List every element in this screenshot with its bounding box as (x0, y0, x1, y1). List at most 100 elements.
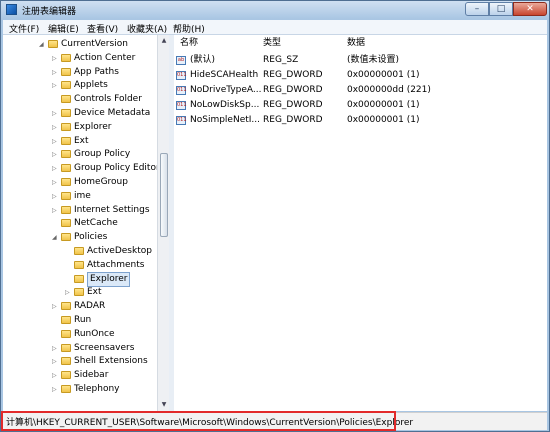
expand-arrow-icon[interactable]: ▷ (52, 107, 60, 120)
dword-value-icon: 011 (176, 71, 187, 80)
tree-item[interactable]: ▷ HomeGroup (52, 176, 169, 189)
registry-tree: ◢ CurrentVersion ▷ Action Center ▷ App Paths ▷… (3, 35, 170, 411)
tree-item-selected[interactable]: Explorer (65, 271, 169, 287)
status-path-highlight-box (1, 411, 396, 431)
tree-item[interactable]: RunOnce (52, 328, 169, 341)
folder-icon (61, 302, 71, 311)
tree-item[interactable]: Attachments (65, 259, 169, 272)
tree-item[interactable]: ▷ Device Metadata (52, 107, 169, 120)
tree-item[interactable]: NetCache (52, 217, 169, 230)
tree-item-label: Attachments (87, 259, 145, 270)
tree-item[interactable]: Controls Folder (52, 93, 169, 106)
tree-item[interactable]: ActiveDesktop (65, 245, 169, 258)
tree-item[interactable]: ▷ ime (52, 190, 169, 203)
tree-item[interactable]: ▷ RADAR (52, 300, 169, 313)
expand-arrow-icon[interactable]: ▷ (52, 148, 60, 161)
expand-arrow-icon[interactable]: ▷ (52, 135, 60, 148)
scroll-up-arrow-icon[interactable]: ▲ (159, 36, 169, 46)
value-type: REG_DWORD (263, 100, 323, 110)
expand-arrow-icon[interactable]: ▷ (52, 66, 60, 79)
tree-item[interactable]: ◢ CurrentVersion (39, 38, 169, 51)
value-row[interactable]: 011 HideSCAHealth REG_DWORD 0x00000001 (1) (176, 69, 476, 82)
expand-arrow-icon[interactable]: ▷ (52, 52, 60, 65)
values-list: 名称 类型 数据 ab (默认) REG_SZ (数值未设置) 011 HideSCAHe… (174, 35, 547, 411)
tree-item[interactable]: ▷ Group Policy (52, 148, 169, 161)
folder-icon (61, 371, 71, 380)
menu-edit[interactable]: 编辑(E) (48, 22, 79, 35)
column-header-type[interactable]: 类型 (263, 37, 281, 50)
tree-item[interactable]: ◢ Policies (52, 231, 169, 244)
expand-arrow-icon[interactable]: ▷ (52, 369, 60, 382)
expand-arrow-icon[interactable]: ▷ (52, 204, 60, 217)
collapse-arrow-icon[interactable]: ◢ (52, 231, 60, 244)
folder-icon (61, 136, 71, 145)
expand-arrow-icon[interactable]: ▷ (52, 79, 60, 92)
expand-arrow-icon[interactable]: ▷ (52, 190, 60, 203)
value-data: 0x00000001 (1) (347, 100, 420, 110)
tree-item[interactable]: ▷ Screensavers (52, 342, 169, 355)
tree-item-label: App Paths (74, 66, 119, 77)
folder-icon (61, 150, 71, 159)
value-row[interactable]: 011 NoDriveTypeA... REG_DWORD 0x000000dd (2… (176, 84, 476, 97)
tree-item-label: Run (74, 315, 92, 325)
value-name: (默认) (190, 55, 216, 65)
folder-icon (61, 122, 71, 131)
expand-arrow-icon[interactable]: ▷ (52, 162, 60, 175)
collapse-arrow-icon[interactable]: ◢ (39, 38, 47, 51)
menu-file[interactable]: 文件(F) (9, 22, 39, 35)
tree-item[interactable]: ▷ Action Center (52, 52, 169, 65)
expand-arrow-icon[interactable]: ▷ (52, 342, 60, 355)
scroll-down-arrow-icon[interactable]: ▼ (159, 400, 169, 410)
folder-icon (61, 178, 71, 186)
tree-item[interactable]: Run (52, 314, 169, 327)
dword-value-icon: 011 (176, 116, 187, 125)
tree-item-label: Explorer (87, 271, 131, 287)
value-row[interactable]: 011 NoLowDiskSp... REG_DWORD 0x00000001 (1) (176, 99, 476, 112)
maximize-button[interactable]: □ (489, 2, 513, 16)
tree-item[interactable]: ▷ Group Policy Editor (52, 162, 169, 175)
tree-item[interactable]: ▷ Internet Settings (52, 204, 169, 217)
scroll-thumb[interactable] (160, 153, 168, 237)
tree-item-label: Shell Extensions (74, 356, 148, 367)
expand-arrow-icon[interactable]: ▷ (52, 300, 60, 313)
value-type: REG_DWORD (263, 85, 323, 95)
tree-item-label: ime (74, 190, 91, 201)
expand-arrow-icon[interactable]: ▷ (52, 121, 60, 134)
tree-item[interactable]: ▷ Sidebar (52, 369, 169, 382)
registry-editor-window: 注册表编辑器 – □ ✕ 文件(F) 编辑(E) 查看(V) 收藏夹(A) 帮助… (0, 0, 550, 432)
menu-favorites[interactable]: 收藏夹(A) (127, 22, 167, 35)
tree-item[interactable]: ▷ Shell Extensions (52, 355, 169, 368)
tree-item-label: Group Policy Editor (74, 163, 160, 174)
menu-view[interactable]: 查看(V) (87, 22, 118, 35)
regedit-app-icon (6, 4, 17, 15)
value-data: 0x00000001 (1) (347, 115, 420, 125)
title-bar[interactable]: 注册表编辑器 – □ ✕ (1, 1, 549, 19)
value-name: HideSCAHealth (190, 70, 259, 80)
tree-item[interactable]: ▷ Explorer (52, 121, 169, 134)
folder-icon (61, 205, 71, 214)
tree-item[interactable]: ▷ Telephony (52, 383, 169, 396)
folder-icon (74, 288, 84, 297)
expand-arrow-icon[interactable]: ▷ (52, 383, 60, 396)
value-data: (数值未设置) (347, 55, 400, 65)
value-row[interactable]: 011 NoSimpleNetI... REG_DWORD 0x00000001 (1… (176, 114, 476, 127)
column-header-data[interactable]: 数据 (347, 37, 365, 50)
value-row[interactable]: ab (默认) REG_SZ (数值未设置) (176, 54, 476, 67)
folder-icon (61, 316, 71, 324)
menu-help[interactable]: 帮助(H) (173, 22, 205, 35)
expand-arrow-icon[interactable]: ▷ (52, 176, 60, 189)
column-header-name[interactable]: 名称 (180, 37, 198, 50)
minimize-button[interactable]: – (465, 2, 489, 16)
folder-icon (61, 357, 71, 366)
expand-arrow-icon[interactable]: ▷ (65, 286, 73, 299)
close-button[interactable]: ✕ (513, 2, 547, 16)
tree-item[interactable]: ▷ Ext (52, 135, 169, 148)
tree-item-label: RADAR (74, 301, 106, 312)
tree-item[interactable]: ▷ Applets (52, 79, 169, 92)
tree-item[interactable]: ▷ App Paths (52, 66, 169, 79)
expand-arrow-icon[interactable]: ▷ (52, 355, 60, 368)
tree-item-label: Telephony (74, 384, 120, 394)
tree-item-label: Screensavers (74, 342, 135, 353)
tree-item[interactable]: ▷ Ext (65, 286, 169, 299)
tree-item-label: Group Policy (74, 149, 131, 160)
